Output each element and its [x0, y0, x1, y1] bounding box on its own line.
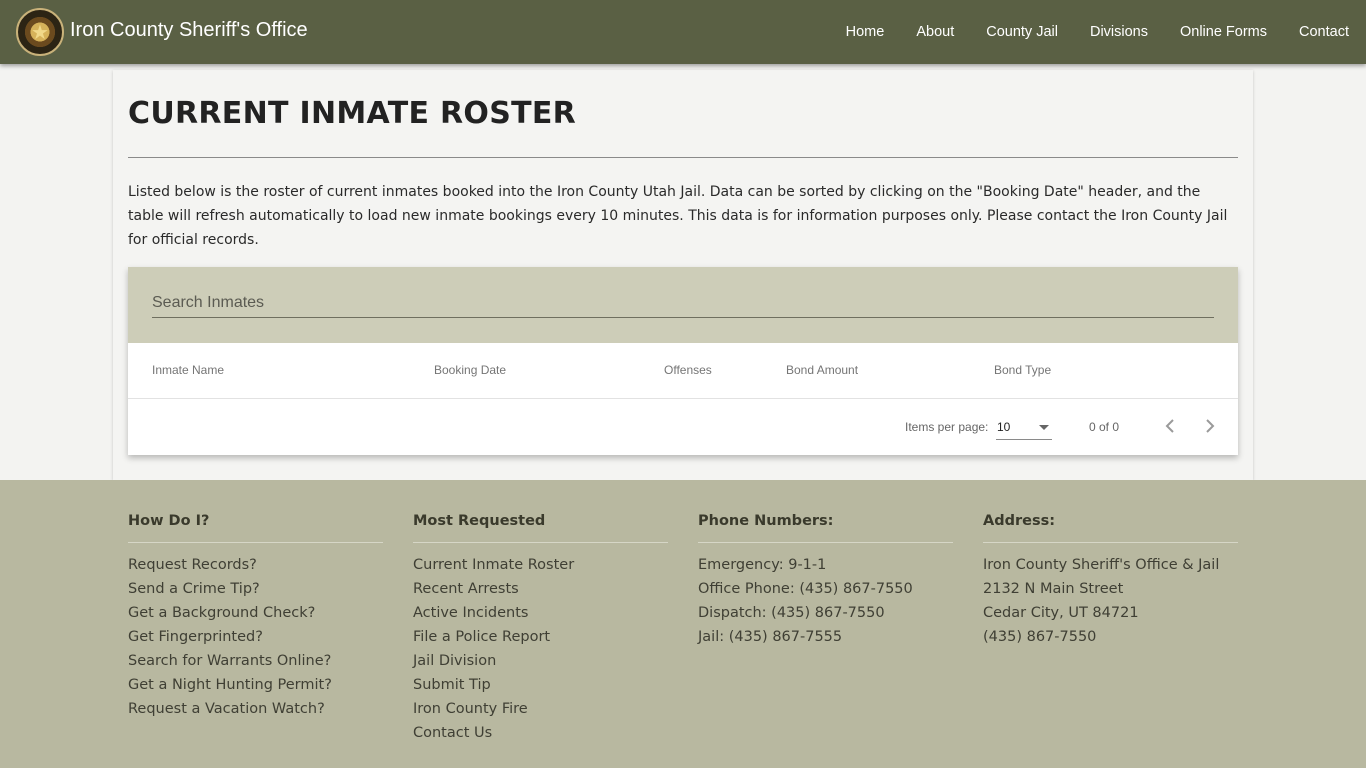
footer-link[interactable]: Contact Us — [413, 721, 574, 745]
nav-about[interactable]: About — [916, 24, 954, 40]
table-header-row: Inmate Name Booking Date Offenses Bond A… — [128, 343, 1238, 399]
footer-link[interactable]: Request a Vacation Watch? — [128, 697, 332, 721]
site-title[interactable]: Iron County Sheriff's Office — [70, 19, 308, 42]
items-per-page-value: 10 — [997, 420, 1011, 434]
column-offenses[interactable]: Offenses — [664, 363, 712, 377]
nav-county-jail[interactable]: County Jail — [986, 24, 1058, 40]
title-divider — [128, 157, 1238, 158]
footer-link[interactable]: Get a Night Hunting Permit? — [128, 673, 332, 697]
footer-phone: Dispatch: (435) 867-7550 — [698, 605, 885, 621]
nav-divisions[interactable]: Divisions — [1090, 24, 1148, 40]
footer-address-line: (435) 867-7550 — [983, 629, 1097, 645]
top-navbar: ★ Iron County Sheriff's Office Home Abou… — [0, 0, 1366, 64]
column-booking-date[interactable]: Booking Date — [434, 363, 506, 377]
nav-home[interactable]: Home — [846, 24, 885, 40]
footer-phone: Emergency: 9-1-1 — [698, 557, 827, 573]
footer-heading: Address: — [983, 513, 1056, 529]
search-input[interactable] — [152, 289, 1214, 318]
main-nav: Home About County Jail Divisions Online … — [846, 0, 1349, 64]
footer-divider — [983, 542, 1238, 543]
sheriff-badge-logo[interactable]: ★ — [16, 8, 64, 56]
caret-down-icon — [1039, 425, 1049, 430]
footer-divider — [698, 542, 953, 543]
items-per-page-select[interactable]: 10 — [996, 416, 1052, 440]
footer-divider — [128, 542, 383, 543]
footer-link[interactable]: Search for Warrants Online? — [128, 649, 332, 673]
footer-heading: How Do I? — [128, 513, 210, 529]
inmate-table-card: Inmate Name Booking Date Offenses Bond A… — [128, 267, 1238, 455]
page-range-label: 0 of 0 — [1089, 420, 1120, 434]
footer-link[interactable]: Iron County Fire — [413, 697, 574, 721]
column-inmate-name[interactable]: Inmate Name — [152, 363, 224, 377]
footer-heading: Most Requested — [413, 513, 546, 529]
footer-link[interactable]: File a Police Report — [413, 625, 574, 649]
footer-link[interactable]: Get a Background Check? — [128, 601, 332, 625]
star-icon: ★ — [31, 20, 49, 44]
column-bond-amount[interactable]: Bond Amount — [786, 363, 858, 377]
footer-heading: Phone Numbers: — [698, 513, 834, 529]
footer-link[interactable]: Request Records? — [128, 553, 332, 577]
footer-address-line: Iron County Sheriff's Office & Jail — [983, 557, 1220, 573]
nav-online-forms[interactable]: Online Forms — [1180, 24, 1267, 40]
chevron-right-icon — [1206, 419, 1215, 433]
footer-link[interactable]: Current Inmate Roster — [413, 553, 574, 577]
search-bar — [128, 267, 1238, 343]
content-card: CURRENT INMATE ROSTER Listed below is th… — [113, 70, 1253, 480]
footer-phone: Jail: (435) 867-7555 — [698, 629, 843, 645]
footer-link[interactable]: Active Incidents — [413, 601, 574, 625]
footer-link[interactable]: Submit Tip — [413, 673, 574, 697]
footer-divider — [413, 542, 668, 543]
paginator: Items per page: 10 0 of 0 — [128, 399, 1238, 455]
footer-link[interactable]: Send a Crime Tip? — [128, 577, 332, 601]
chevron-left-icon — [1165, 419, 1174, 433]
footer-link[interactable]: Jail Division — [413, 649, 574, 673]
footer-link[interactable]: Recent Arrests — [413, 577, 574, 601]
nav-contact[interactable]: Contact — [1299, 24, 1349, 40]
intro-paragraph: Listed below is the roster of current in… — [128, 184, 1228, 248]
footer-phone: Office Phone: (435) 867-7550 — [698, 581, 913, 597]
items-per-page-label: Items per page: — [905, 420, 989, 434]
footer-address-line: 2132 N Main Street — [983, 581, 1124, 597]
column-bond-type[interactable]: Bond Type — [994, 363, 1051, 377]
page-title: CURRENT INMATE ROSTER — [128, 96, 577, 131]
footer-address-line: Cedar City, UT 84721 — [983, 605, 1139, 621]
site-footer: How Do I? Request Records? Send a Crime … — [0, 480, 1366, 768]
next-page-button[interactable] — [1196, 412, 1224, 440]
footer-link[interactable]: Get Fingerprinted? — [128, 625, 332, 649]
previous-page-button[interactable] — [1156, 412, 1184, 440]
